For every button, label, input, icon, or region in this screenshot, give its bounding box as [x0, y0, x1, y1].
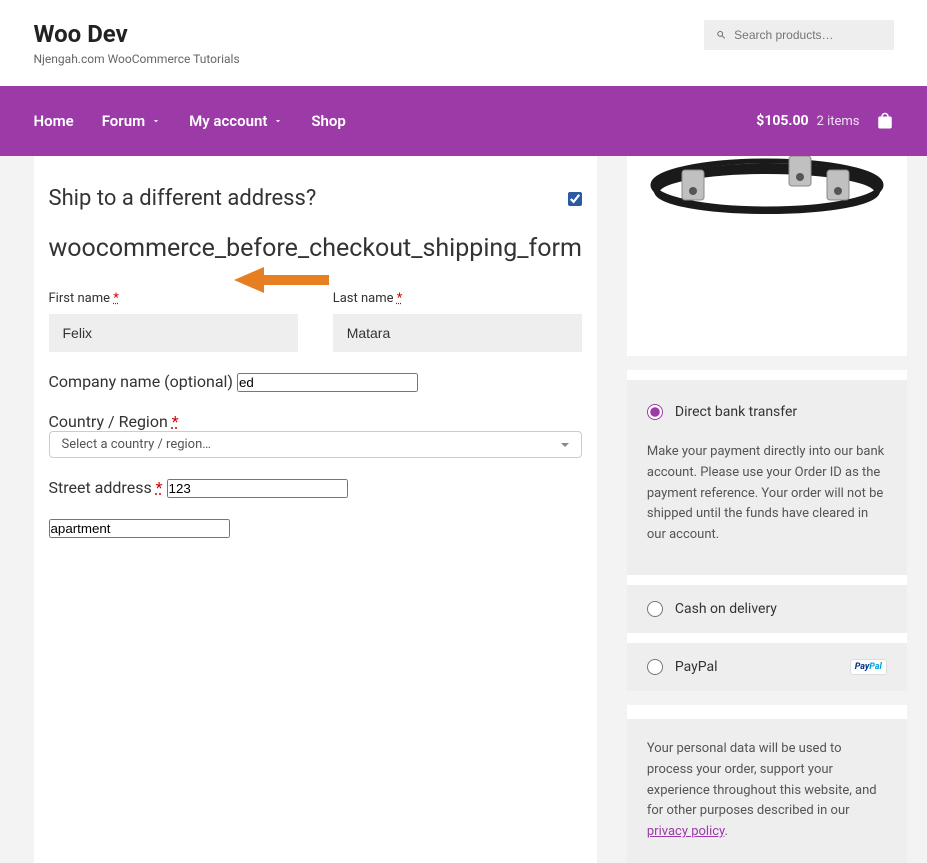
site-tagline: Njengah.com WooCommerce Tutorials — [34, 52, 240, 66]
privacy-notice: Your personal data will be used to proce… — [627, 719, 907, 863]
nav-item-shop[interactable]: Shop — [311, 112, 345, 130]
main-nav: Home Forum My account Shop $105.00 2 ite… — [0, 86, 927, 156]
company-input[interactable] — [237, 373, 418, 392]
search-box[interactable] — [704, 20, 894, 50]
country-label: Country / Region * — [49, 412, 179, 431]
paypal-logo-icon: PayPal — [850, 659, 887, 675]
street-input[interactable] — [167, 479, 348, 498]
payment-radio-bank[interactable] — [647, 404, 663, 420]
chevron-down-icon — [151, 116, 161, 126]
payment-label-paypal[interactable]: PayPal — [675, 659, 718, 675]
shipping-form: Ship to a different address? woocommerce… — [34, 156, 597, 863]
last-name-input[interactable] — [333, 314, 582, 352]
product-image — [627, 156, 907, 356]
payment-radio-paypal[interactable] — [647, 659, 663, 675]
privacy-policy-link[interactable]: privacy policy — [647, 824, 725, 839]
cart-icon — [876, 112, 894, 130]
payment-radio-cod[interactable] — [647, 601, 663, 617]
site-title[interactable]: Woo Dev — [34, 20, 240, 48]
branding: Woo Dev Njengah.com WooCommerce Tutorial… — [34, 20, 240, 66]
apartment-input[interactable] — [49, 519, 230, 538]
ship-different-checkbox[interactable] — [568, 192, 582, 206]
last-name-label: Last name * — [333, 291, 582, 306]
annotation-arrow-icon — [234, 265, 334, 305]
search-input[interactable] — [734, 28, 881, 42]
cart-total: $105.00 — [756, 113, 808, 129]
payment-methods-3: PayPal PayPal — [627, 643, 907, 691]
search-icon — [716, 29, 727, 41]
country-select[interactable]: Select a country / region… — [49, 431, 582, 458]
hook-label: woocommerce_before_checkout_shipping_for… — [49, 231, 582, 266]
payment-methods-2: Cash on delivery — [627, 585, 907, 633]
payment-label-cod[interactable]: Cash on delivery — [675, 601, 777, 617]
nav-item-home[interactable]: Home — [34, 112, 74, 130]
nav-item-forum[interactable]: Forum — [102, 112, 161, 130]
caret-down-icon — [561, 443, 569, 447]
cart-items: 2 items — [817, 114, 860, 129]
payment-desc-bank: Make your payment directly into our bank… — [647, 424, 887, 554]
cart-link[interactable]: $105.00 2 items — [756, 112, 893, 130]
payment-methods: Direct bank transfer Make your payment d… — [627, 380, 907, 574]
sidebar: Direct bank transfer Make your payment d… — [627, 156, 907, 863]
ship-heading: Ship to a different address? — [49, 186, 317, 211]
chevron-down-icon — [273, 116, 283, 126]
site-header: Woo Dev Njengah.com WooCommerce Tutorial… — [0, 0, 927, 86]
company-label: Company name (optional) — [49, 372, 234, 391]
first-name-input[interactable] — [49, 314, 298, 352]
street-label: Street address * — [49, 478, 163, 497]
nav-item-myaccount[interactable]: My account — [189, 112, 283, 130]
payment-label-bank[interactable]: Direct bank transfer — [675, 404, 797, 420]
